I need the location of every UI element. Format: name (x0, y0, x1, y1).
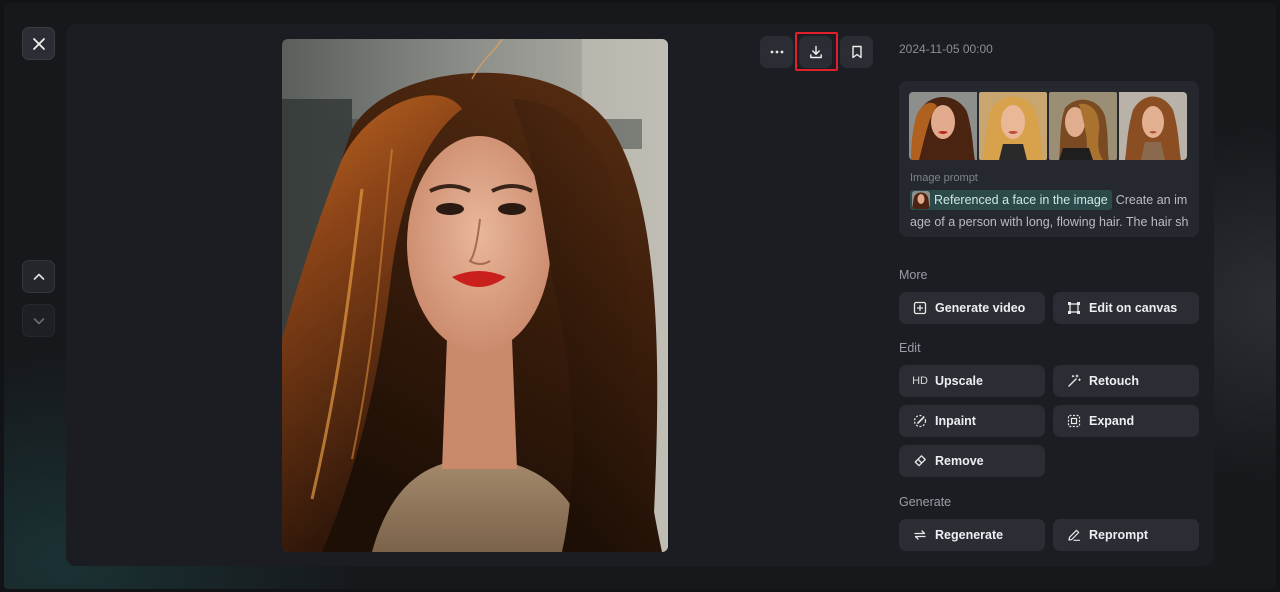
expand-icon (1067, 414, 1081, 428)
expand-button[interactable]: Expand (1053, 405, 1199, 437)
canvas-icon (1067, 301, 1081, 315)
next-image-button[interactable] (22, 304, 55, 337)
generate-video-button[interactable]: Generate video (899, 292, 1045, 324)
thumbnail-2[interactable] (979, 92, 1047, 160)
inpaint-label: Inpaint (935, 414, 976, 428)
regenerate-button[interactable]: Regenerate (899, 519, 1045, 551)
retouch-button[interactable]: Retouch (1053, 365, 1199, 397)
magic-wand-icon (1067, 374, 1081, 388)
edit-on-canvas-label: Edit on canvas (1089, 301, 1178, 315)
retouch-label: Retouch (1089, 374, 1139, 388)
close-icon (32, 37, 45, 50)
brush-icon (913, 414, 927, 428)
generated-image[interactable] (282, 39, 668, 552)
remove-label: Remove (935, 454, 984, 468)
regenerate-label: Regenerate (935, 528, 1004, 542)
bookmark-icon (851, 45, 862, 59)
video-plus-icon (913, 301, 927, 315)
expand-label: Expand (1089, 414, 1135, 428)
creation-timestamp: 2024-11-05 00:00 (899, 42, 993, 56)
previous-image-button[interactable] (22, 260, 55, 293)
prompt-label: Image prompt (910, 172, 978, 184)
chevron-up-icon (33, 273, 44, 280)
face-reference-thumbnail (912, 191, 930, 209)
upscale-button[interactable]: HD Upscale (899, 365, 1045, 397)
download-icon (809, 45, 822, 59)
refresh-icon (913, 528, 927, 542)
reprompt-button[interactable]: Reprompt (1053, 519, 1199, 551)
thumbnail-4[interactable] (1119, 92, 1187, 160)
section-edit-label: Edit (899, 341, 921, 355)
close-button[interactable] (22, 27, 55, 60)
download-button[interactable] (799, 36, 832, 68)
more-options-button[interactable] (760, 36, 793, 68)
chevron-down-icon (33, 317, 44, 324)
hd-icon: HD (912, 375, 928, 387)
face-reference-chip-label: Referenced a face in the image (934, 193, 1108, 207)
more-horizontal-icon (770, 50, 783, 54)
thumbnail-1[interactable] (909, 92, 977, 160)
prompt-card[interactable]: Image prompt Referenced a face in the im… (899, 81, 1199, 237)
face-reference-chip[interactable]: Referenced a face in the image (910, 190, 1112, 210)
generate-video-label: Generate video (935, 301, 1026, 315)
edit-on-canvas-button[interactable]: Edit on canvas (1053, 292, 1199, 324)
eraser-icon (913, 454, 927, 468)
remove-button[interactable]: Remove (899, 445, 1045, 477)
reprompt-label: Reprompt (1089, 528, 1149, 542)
pencil-icon (1067, 528, 1081, 542)
upscale-label: Upscale (935, 374, 983, 388)
inpaint-button[interactable]: Inpaint (899, 405, 1045, 437)
section-more-label: More (899, 268, 928, 282)
portrait-illustration (282, 39, 668, 552)
reference-thumbnails (909, 92, 1187, 160)
thumbnail-3[interactable] (1049, 92, 1117, 160)
bookmark-button[interactable] (840, 36, 873, 68)
prompt-text: Referenced a face in the image Create an … (910, 189, 1190, 237)
section-generate-label: Generate (899, 495, 952, 509)
